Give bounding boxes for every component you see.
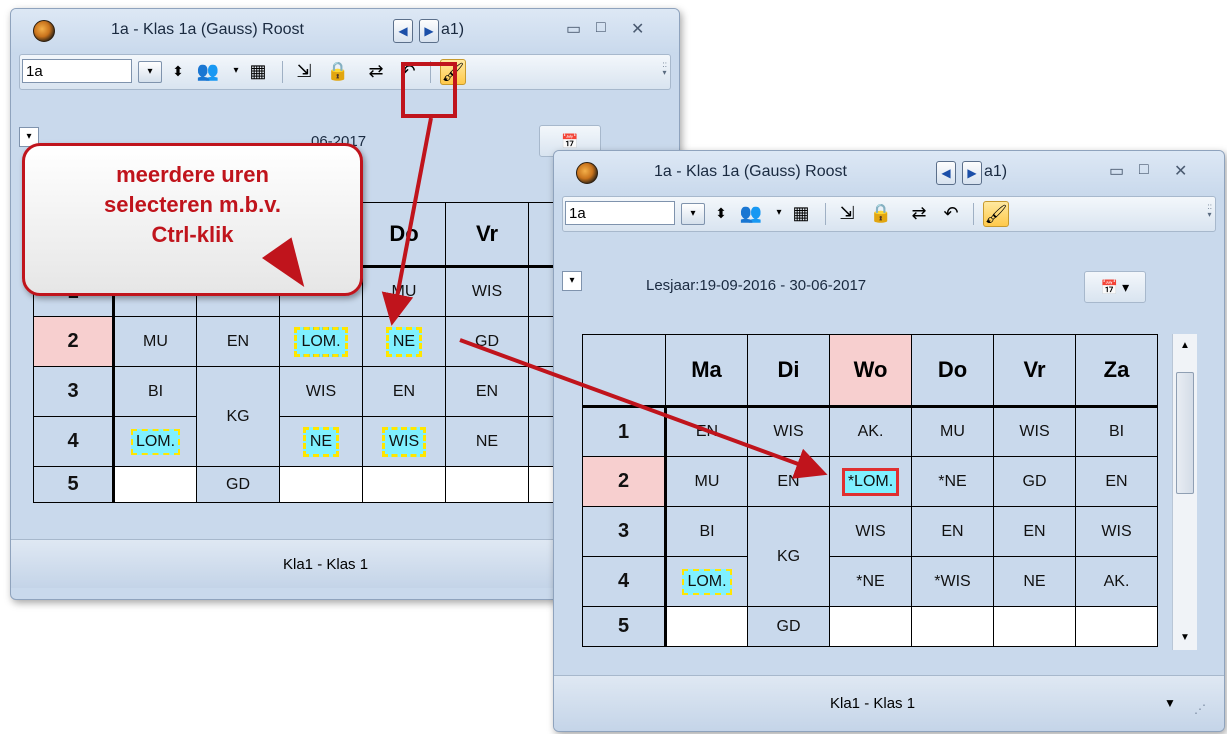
arrow-to-fixed-cell	[459, 338, 828, 479]
callout-text: meerdere uren selecteren m.b.v. Ctrl-kli…	[25, 160, 360, 250]
callout-line: selecteren m.b.v.	[104, 192, 281, 217]
annotation-arrows	[381, 117, 828, 479]
callout-line: meerdere uren	[116, 162, 269, 187]
arrow-lock-to-cell	[381, 117, 433, 326]
callout-line: Ctrl-klik	[151, 222, 234, 247]
